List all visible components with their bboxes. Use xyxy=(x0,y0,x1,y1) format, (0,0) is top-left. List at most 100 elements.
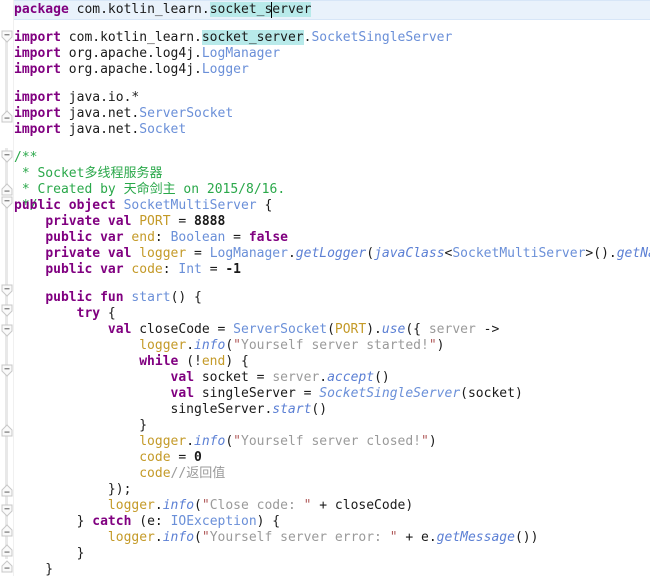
token-type: Boolean xyxy=(170,230,226,245)
token-keyword: val xyxy=(170,370,195,385)
fold-marker-region-end-import[interactable] xyxy=(1,110,13,123)
token-punc: ( xyxy=(327,322,335,337)
code-line-9[interactable]: import java.net.Socket xyxy=(14,120,186,140)
text-caret xyxy=(271,2,272,18)
token-string-quote: " xyxy=(233,338,241,353)
token-string: Yourself server closed! xyxy=(241,434,422,449)
token-keyword: public var xyxy=(45,230,124,245)
token-property: code xyxy=(131,262,163,277)
token-text: + closeCode xyxy=(311,498,406,513)
token-function: info xyxy=(162,498,195,513)
token-function: javaClass xyxy=(374,246,445,261)
token-type: ServerSocket xyxy=(139,106,234,121)
token-type: Int xyxy=(178,262,202,277)
token-type: Socket xyxy=(139,122,187,137)
token-property: code xyxy=(139,466,171,481)
code-content[interactable]: package com.kotlin_learn.socket_server i… xyxy=(0,0,650,577)
token-text: org.apache.log4j. xyxy=(60,62,202,77)
token-function: info xyxy=(194,338,226,353)
token-punc: . xyxy=(287,246,296,261)
token-param: server xyxy=(272,370,320,385)
fold-marker-expanded-fn-start[interactable] xyxy=(1,284,13,297)
token-text: com.kotlin_learn. xyxy=(68,2,210,17)
fold-marker-region-end-class[interactable] xyxy=(1,560,13,573)
token-text: singleServer = xyxy=(194,386,320,401)
token-keyword: public object xyxy=(14,198,116,213)
fold-marker-expanded-doc[interactable] xyxy=(1,150,13,163)
code-line-5[interactable]: import org.apache.log4j.Logger xyxy=(14,60,249,80)
token-type: SocketMultiServer xyxy=(123,198,257,213)
token-highlighted: socket_server xyxy=(201,30,304,45)
token-text: org.apache.log4j. xyxy=(60,46,202,61)
token-punc: }); xyxy=(14,482,132,497)
token-function: info xyxy=(162,530,195,545)
token-property: logger xyxy=(107,498,155,513)
token-text: = xyxy=(170,450,195,465)
token-keyword: private val xyxy=(45,246,132,261)
token-line-comment: //返回值 xyxy=(170,466,226,481)
token-text: = xyxy=(186,246,210,261)
token-text: socket = xyxy=(194,370,273,385)
token-function: getLogger xyxy=(295,246,367,261)
fold-marker-expanded-lambda[interactable] xyxy=(1,324,13,337)
token-type: LogManager xyxy=(201,46,281,61)
token-text: = xyxy=(201,262,226,277)
token-punc: ({ xyxy=(405,322,429,337)
fold-marker-region-end-doc[interactable] xyxy=(1,183,13,196)
token-highlighted: socket_server xyxy=(209,2,312,17)
token-text: : xyxy=(162,262,179,277)
code-line-36[interactable]: logger.info("Yourself server error: " + … xyxy=(14,528,539,548)
token-punc: ) { xyxy=(256,514,281,529)
token-keyword: val xyxy=(170,386,195,401)
code-editor[interactable]: package com.kotlin_learn.socket_server i… xyxy=(0,0,650,577)
code-line-39[interactable]: } xyxy=(14,560,22,580)
token-punc: ) xyxy=(436,338,445,353)
token-punc: { xyxy=(256,198,273,213)
token-type: SocketSingleServer xyxy=(311,30,453,45)
token-punc: (e: xyxy=(131,514,171,529)
token-text: java.net. xyxy=(60,122,140,137)
token-keyword: import xyxy=(14,30,61,45)
fold-marker-region-end-fn[interactable] xyxy=(1,544,13,557)
token-property: end xyxy=(131,230,155,245)
token-punc: . xyxy=(186,338,195,353)
fold-marker-region-end-while[interactable] xyxy=(1,424,13,437)
fold-marker-expanded-try[interactable] xyxy=(1,304,13,317)
fold-marker-expanded-class[interactable] xyxy=(1,196,13,209)
token-keyword: import xyxy=(14,90,61,105)
token-type: SocketSingleServer xyxy=(319,386,461,401)
token-punc: () xyxy=(311,402,328,417)
token-property: logger xyxy=(139,246,187,261)
token-punc: ) xyxy=(428,434,437,449)
token-keyword: val xyxy=(107,322,132,337)
fold-marker-region-end-catch[interactable] xyxy=(1,524,13,537)
token-punc: { xyxy=(100,306,116,321)
fold-gutter[interactable] xyxy=(0,0,14,576)
token-text: + e xyxy=(397,530,429,545)
token-punc: ( xyxy=(366,246,375,261)
token-punc: . xyxy=(186,434,195,449)
fold-marker-expanded-catch[interactable] xyxy=(1,504,13,517)
token-param: server xyxy=(428,322,476,337)
fold-marker-expanded-import[interactable] xyxy=(1,30,13,43)
fold-marker-region-end-lambda[interactable] xyxy=(1,484,13,497)
token-keyword: package xyxy=(14,2,69,17)
token-text: singleServer xyxy=(14,402,265,417)
token-punc: . xyxy=(154,530,163,545)
token-property: logger xyxy=(139,434,187,449)
code-line-1[interactable]: package com.kotlin_learn.socket_server xyxy=(14,0,312,20)
token-keyword: import xyxy=(14,122,61,137)
token-type: IOException xyxy=(170,514,257,529)
code-line-19[interactable]: public var code: Int = -1 xyxy=(14,260,241,280)
token-type: LogManager xyxy=(209,246,288,261)
token-function: info xyxy=(194,434,226,449)
token-text: : xyxy=(154,230,171,245)
token-punc: } xyxy=(14,546,85,561)
fold-marker-expanded-while[interactable] xyxy=(1,364,13,377)
